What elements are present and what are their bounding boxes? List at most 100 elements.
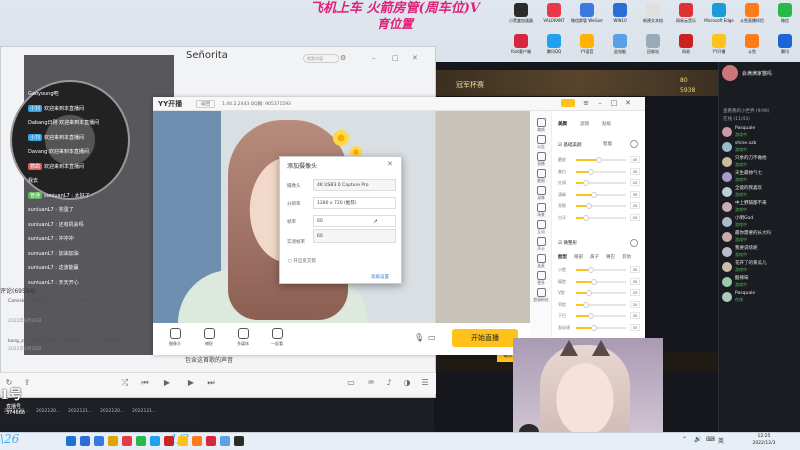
desktop-shortcut[interactable]: 小黑盒加速器 — [505, 2, 537, 31]
taskbar-app-icon[interactable] — [220, 436, 230, 446]
rail-item[interactable]: 截图 — [530, 169, 552, 184]
slider-value[interactable]: 30 — [630, 312, 640, 319]
slider-knob[interactable] — [590, 278, 597, 285]
beauty-slider[interactable]: 瘦脸 35 — [558, 277, 640, 286]
slider-knob[interactable] — [588, 168, 594, 175]
menu-icon[interactable]: ≡ — [582, 99, 590, 107]
slider-track[interactable] — [576, 324, 626, 331]
close-icon[interactable]: ✕ — [412, 54, 418, 62]
maximize-icon[interactable]: □ — [610, 99, 618, 107]
taskbar-app-icon[interactable] — [94, 436, 104, 446]
friend-item[interactable]: Pasquale 游戏中 — [719, 124, 800, 139]
friend-item[interactable]: 我要说啥呢 游戏中 — [719, 244, 800, 259]
desktop-shortcut[interactable]: 微信群管 WeGame版 — [571, 2, 603, 31]
playlist-icon[interactable]: ☰ — [420, 378, 430, 388]
friend-item[interactable]: 中上野辅都不来 游戏中 — [719, 199, 800, 214]
shuffle-icon[interactable]: ⤮ — [120, 378, 130, 388]
taskbar-app-icon[interactable] — [80, 436, 90, 446]
slider-track[interactable] — [576, 191, 626, 198]
desktop-shortcut[interactable]: 微信 — [769, 2, 800, 31]
slider-knob[interactable] — [588, 267, 594, 273]
taskbar-app-icon[interactable] — [150, 436, 160, 446]
music-search-input[interactable]: 搜索内容 — [303, 54, 339, 63]
next-icon[interactable]: ⏭ — [206, 378, 216, 388]
beauty-mode-select[interactable]: 智能 — [603, 141, 612, 147]
fps-select[interactable]: 60 — [313, 215, 396, 227]
start-live-button[interactable]: 开始直播 — [452, 329, 518, 347]
desktop-shortcut[interactable]: VALORANT — [538, 2, 570, 31]
panel-tab[interactable]: 美颜 — [558, 121, 567, 127]
slider-value[interactable]: 25 — [630, 202, 640, 209]
deinterlace-checkbox[interactable]: ○ 开启反交错 — [288, 258, 316, 264]
shape-subtab[interactable]: 脸型 — [558, 254, 567, 260]
beauty-slider[interactable]: 红润 20 — [558, 179, 640, 187]
taskbar-app-icon[interactable] — [234, 436, 244, 446]
maximize-icon[interactable]: □ — [392, 54, 399, 62]
desktop-shortcut[interactable]: 斗鱼 — [736, 33, 768, 62]
panel-tab[interactable]: 贴纸 — [602, 121, 611, 127]
slider-knob[interactable] — [590, 324, 597, 331]
shape-subtab[interactable]: 其他 — [622, 254, 631, 260]
mic-icon[interactable]: ♪ — [384, 378, 394, 388]
slider-track[interactable] — [576, 214, 626, 221]
rail-item[interactable]: 录像 — [530, 186, 552, 201]
actual-fps-option[interactable]: 60 — [313, 229, 396, 243]
slider-value[interactable]: 45 — [630, 156, 640, 163]
panel-tab[interactable]: 滤镜 — [580, 121, 589, 127]
mic-icon[interactable]: 🎙 — [414, 333, 424, 342]
slider-track[interactable] — [576, 157, 626, 163]
taskbar-clock[interactable]: 12:25 2022/12/3 — [740, 433, 788, 447]
slider-knob[interactable] — [595, 157, 602, 163]
tool-1[interactable]: 捕捉 — [197, 328, 221, 347]
tray-icon[interactable]: ⌃ — [682, 436, 687, 443]
friend-item[interactable]: 只余的刀不做他 游戏中 — [719, 154, 800, 169]
slider-track[interactable] — [576, 203, 626, 209]
slider-track[interactable] — [576, 267, 626, 273]
back-button[interactable]: 返回 — [196, 100, 215, 108]
slider-knob[interactable] — [583, 214, 589, 221]
friend-item[interactable]: 小明God 游戏中 — [719, 214, 800, 229]
rail-item[interactable]: 美颜 — [530, 118, 552, 133]
slider-track[interactable] — [576, 278, 626, 285]
slider-value[interactable]: 20 — [630, 213, 640, 221]
friends-subtitle-1[interactable]: 查看我的小世界 (9/99) — [719, 108, 800, 116]
slider-value[interactable]: 35 — [630, 190, 640, 198]
tool-2[interactable]: 多媒体 — [231, 328, 255, 347]
friend-item[interactable]: 花开了的黄瓜儿 游戏中 — [719, 259, 800, 274]
slider-knob[interactable] — [588, 313, 594, 319]
slider-value[interactable]: 35 — [630, 323, 640, 331]
slider-value[interactable]: 20 — [630, 300, 640, 308]
slider-knob[interactable] — [583, 180, 589, 186]
tool-3[interactable]: 一起看 — [265, 328, 289, 347]
beauty-slider[interactable]: 白牙 20 — [558, 213, 640, 222]
friends-subtitle-2[interactable]: 在线 (11/43) — [719, 116, 800, 124]
desktop-shortcut[interactable]: Microsoft Edge — [703, 2, 735, 31]
slider-track[interactable] — [576, 301, 626, 308]
beauty-slider[interactable]: 发际线 35 — [558, 323, 640, 332]
friend-item[interactable]: 最你需要的长大吗 游戏中 — [719, 229, 800, 244]
slider-track[interactable] — [576, 290, 626, 296]
desktop-shortcut[interactable]: 斗鱼直播伴侣 — [736, 2, 768, 31]
previous-icon[interactable]: ⏮ — [140, 378, 150, 388]
taskbar-app-icon[interactable] — [206, 436, 216, 446]
desktop-shortcut[interactable]: 新建文本档 — [637, 2, 669, 31]
dialog-close-icon[interactable]: ✕ — [387, 160, 393, 168]
friend-item[interactable]: 全能的我喜欢 游戏中 — [719, 184, 800, 199]
avatar[interactable] — [561, 99, 575, 107]
desktop-shortcut[interactable]: YY语音 — [571, 33, 603, 62]
tray-icon[interactable]: 英 — [718, 436, 724, 445]
slider-track[interactable] — [576, 180, 626, 186]
camera-select[interactable]: 4K USB3.0 Capture Pro — [313, 179, 396, 191]
beauty-slider[interactable]: 亮眼 25 — [558, 202, 640, 210]
slider-value[interactable]: 30 — [630, 167, 640, 175]
tray-icon[interactable]: 🔊 — [694, 436, 701, 443]
desktop-shortcut[interactable]: YY开播 — [703, 33, 735, 62]
advanced-settings-link[interactable]: 高级设置 — [371, 274, 389, 280]
settings-icon[interactable]: ⚙ — [340, 54, 346, 62]
friend-item[interactable]: shine.xzb 游戏中 — [719, 139, 800, 154]
slider-knob[interactable] — [590, 191, 597, 198]
play-button-icon[interactable]: ▶ — [186, 378, 196, 388]
slider-value[interactable]: 35 — [630, 277, 640, 285]
minimize-icon[interactable]: – — [596, 99, 604, 107]
slider-track[interactable] — [576, 313, 626, 319]
